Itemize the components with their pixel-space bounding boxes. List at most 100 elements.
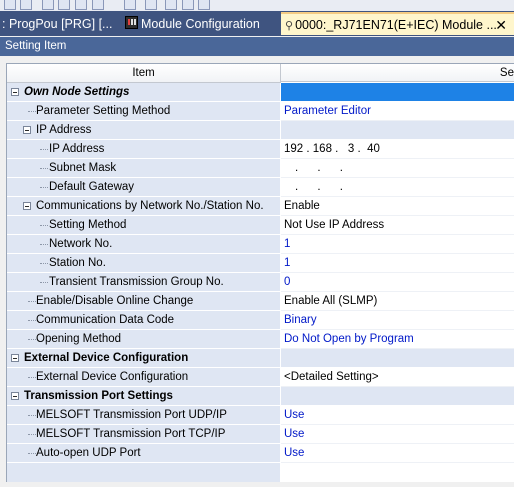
column-header-label: Se (499, 67, 514, 79)
row-value[interactable]: Enable (281, 197, 514, 216)
toolbar-icon[interactable] (4, 0, 16, 10)
row-label: IP Address (36, 124, 92, 136)
toolbar-icon[interactable] (145, 0, 157, 10)
table-row[interactable]: IP Address 192 . 168 . 3 . 40 (7, 140, 514, 159)
row-label: Auto-open UDP Port (36, 447, 141, 459)
toolbar-icon[interactable] (124, 0, 136, 10)
table-row[interactable]: MELSOFT Transmission Port UDP/IP Use (7, 406, 514, 425)
setting-item-title: Setting Item (5, 40, 67, 52)
row-value[interactable]: Not Use IP Address (281, 216, 514, 235)
tab-module-parameter[interactable]: ⚲ 0000:_RJ71EN71(E+IEC) Module ... ✕ (281, 12, 514, 35)
ip-address-value[interactable]: 192 . 168 . 3 . 40 (281, 140, 514, 159)
row-label: Communication Data Code (36, 314, 175, 326)
row-value[interactable]: Do Not Open by Program (281, 330, 514, 349)
row-value[interactable]: 0 (281, 273, 514, 292)
subnet-mask-value[interactable]: . . . (281, 159, 514, 178)
table-row[interactable]: Transient Transmission Group No. 0 (7, 273, 514, 292)
toolbar-icon[interactable] (75, 0, 87, 10)
table-row[interactable]: Subnet Mask . . . (7, 159, 514, 178)
tab-label: 0000:_RJ71EN71(E+IEC) Module ... (295, 18, 497, 32)
row-label: Communications by Network No./Station No… (36, 200, 264, 212)
row-value[interactable]: Use (281, 406, 514, 425)
table-row[interactable]: Communication Data Code Binary (7, 311, 514, 330)
row-value[interactable]: 1 (281, 254, 514, 273)
collapse-icon[interactable] (23, 126, 31, 134)
close-icon[interactable]: ✕ (495, 14, 507, 35)
column-header-item[interactable]: Item (7, 64, 281, 83)
row-value (281, 83, 514, 102)
toolbar-icon[interactable] (20, 0, 32, 10)
tree-line (40, 187, 48, 188)
table-row[interactable]: Network No. 1 (7, 235, 514, 254)
row-value (281, 349, 514, 368)
tree-line (28, 320, 36, 321)
table-row[interactable]: Transmission Port Settings (7, 387, 514, 406)
tab-label: Module Configuration (141, 17, 260, 31)
row-label: Setting Method (49, 219, 127, 231)
table-row[interactable]: Default Gateway . . . (7, 178, 514, 197)
table-row[interactable]: Opening Method Do Not Open by Program (7, 330, 514, 349)
table-row[interactable]: Station No. 1 (7, 254, 514, 273)
table-row[interactable]: Enable/Disable Online Change Enable All … (7, 292, 514, 311)
table-row[interactable]: Own Node Settings (7, 83, 514, 102)
collapse-icon[interactable] (11, 392, 19, 400)
detailed-setting-link[interactable]: <Detailed Setting> (281, 368, 514, 387)
row-label: Transmission Port Settings (24, 390, 173, 402)
tab-progpou[interactable]: : ProgPou [PRG] [... (0, 13, 120, 36)
module-configuration-icon (125, 16, 138, 29)
row-value[interactable]: Use (281, 444, 514, 463)
row-value (281, 121, 514, 140)
tree-line (40, 263, 48, 264)
tab-module-configuration[interactable]: Module Configuration (125, 13, 277, 36)
table-row[interactable]: IP Address (7, 121, 514, 140)
tree-line (28, 339, 36, 340)
row-value (281, 387, 514, 406)
grid-empty-area (7, 463, 280, 482)
toolbar-icon[interactable] (42, 0, 54, 10)
row-label: IP Address (49, 143, 105, 155)
row-label: External Device Configuration (36, 371, 189, 383)
tree-line (40, 244, 48, 245)
table-row[interactable]: Communications by Network No./Station No… (7, 197, 514, 216)
column-header-setting[interactable]: Se (281, 64, 514, 82)
row-value[interactable]: Use (281, 425, 514, 444)
toolbar-icon[interactable] (198, 0, 210, 10)
tree-line (28, 453, 36, 454)
table-row[interactable]: MELSOFT Transmission Port TCP/IP Use (7, 425, 514, 444)
toolbar-icon[interactable] (165, 0, 177, 10)
toolbar-icon[interactable] (92, 0, 104, 10)
row-value[interactable]: 1 (281, 235, 514, 254)
row-label: Enable/Disable Online Change (36, 295, 194, 307)
collapse-icon[interactable] (23, 202, 31, 210)
table-row[interactable]: Parameter Setting Method Parameter Edito… (7, 102, 514, 121)
document-tab-bar: : ProgPou [PRG] [... Module Configuratio… (0, 11, 514, 36)
row-label: Subnet Mask (49, 162, 117, 174)
collapse-icon[interactable] (11, 88, 19, 96)
row-label: Opening Method (36, 333, 122, 345)
settings-grid: Item Se Own Node Settings Parameter Sett… (6, 63, 514, 482)
tree-line (28, 434, 36, 435)
tree-line (28, 301, 36, 302)
row-label: Transient Transmission Group No. (49, 276, 224, 288)
table-row[interactable]: External Device Configuration <Detailed … (7, 368, 514, 387)
tree-line (40, 168, 48, 169)
tab-label: : ProgPou [PRG] [... (2, 17, 113, 31)
setting-item-header: Setting Item (0, 37, 514, 56)
tree-line (40, 149, 48, 150)
tree-line (28, 415, 36, 416)
pin-icon: ⚲ (285, 20, 294, 32)
row-value[interactable]: Binary (281, 311, 514, 330)
row-label: External Device Configuration (24, 352, 189, 364)
row-label: MELSOFT Transmission Port TCP/IP (36, 428, 226, 440)
default-gateway-value[interactable]: . . . (281, 178, 514, 197)
column-header-label: Item (132, 67, 155, 79)
toolbar-icon[interactable] (182, 0, 194, 10)
tree-line (40, 282, 48, 283)
table-row[interactable]: Auto-open UDP Port Use (7, 444, 514, 463)
table-row[interactable]: External Device Configuration (7, 349, 514, 368)
table-row[interactable]: Setting Method Not Use IP Address (7, 216, 514, 235)
row-value[interactable]: Enable All (SLMP) (281, 292, 514, 311)
collapse-icon[interactable] (11, 354, 19, 362)
toolbar-icon[interactable] (58, 0, 70, 10)
row-value[interactable]: Parameter Editor (281, 102, 514, 121)
